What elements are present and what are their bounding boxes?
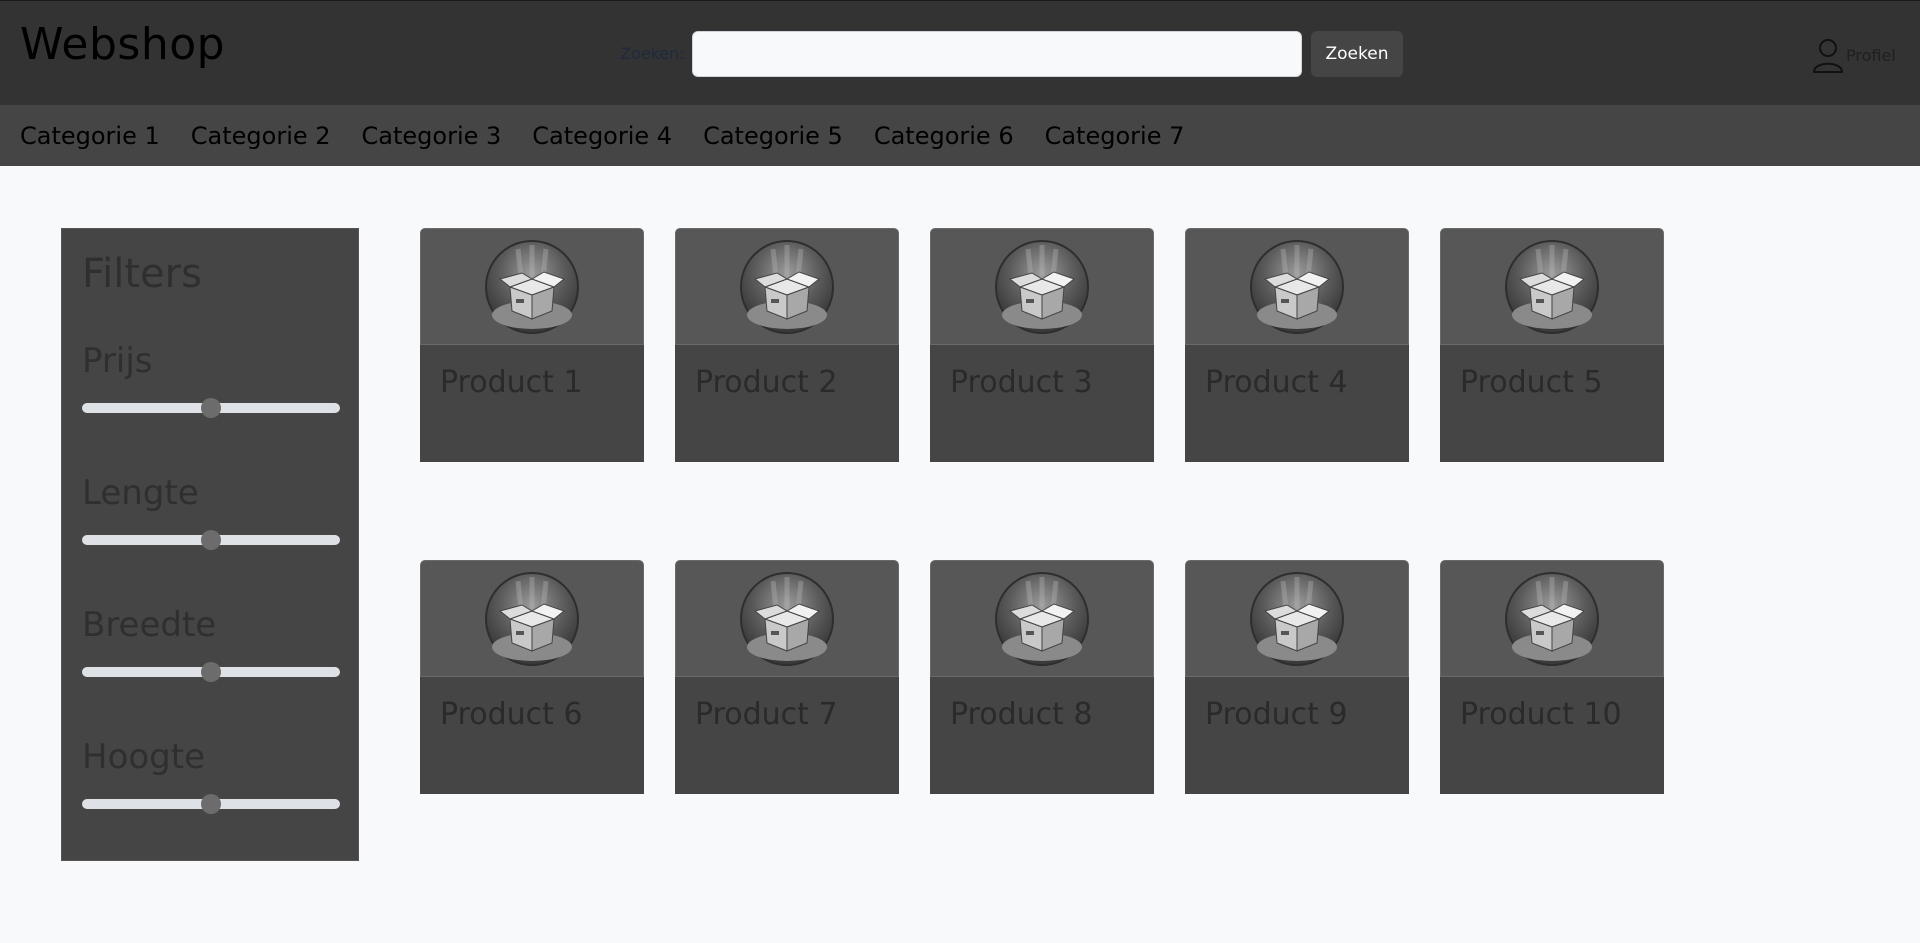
slider-thumb[interactable] — [201, 662, 221, 682]
product-title: Product 10 — [1460, 697, 1622, 732]
product-image — [1440, 560, 1664, 677]
search-label: Zoeken: — [620, 44, 685, 63]
slider-thumb[interactable] — [201, 398, 221, 418]
product-card[interactable]: Product 3 — [930, 228, 1154, 462]
box-icon — [994, 571, 1090, 667]
product-image — [930, 228, 1154, 345]
product-title: Product 3 — [950, 365, 1093, 400]
profile-link[interactable]: Profiel — [1812, 37, 1896, 73]
category-nav: Categorie 1 Categorie 2 Categorie 3 Cate… — [0, 105, 1920, 166]
slider-thumb[interactable] — [201, 794, 221, 814]
product-title: Product 7 — [695, 697, 838, 732]
product-image — [1440, 228, 1664, 345]
product-card[interactable]: Product 4 — [1185, 228, 1409, 462]
box-icon — [994, 239, 1090, 335]
search-button[interactable]: Zoeken — [1311, 31, 1403, 77]
brand-logo[interactable]: Webshop — [20, 19, 225, 70]
product-image — [420, 560, 644, 677]
product-card[interactable]: Product 6 — [420, 560, 644, 794]
product-image — [1185, 228, 1409, 345]
box-icon — [1504, 239, 1600, 335]
top-navbar: Webshop Zoeken: Zoeken Profiel — [0, 0, 1920, 105]
box-icon — [1249, 239, 1345, 335]
product-image — [675, 228, 899, 345]
length-slider[interactable] — [82, 530, 340, 550]
category-item[interactable]: Categorie 1 — [20, 122, 160, 150]
category-item[interactable]: Categorie 7 — [1045, 122, 1185, 150]
product-card[interactable]: Product 8 — [930, 560, 1154, 794]
box-icon — [1504, 571, 1600, 667]
product-card[interactable]: Product 10 — [1440, 560, 1664, 794]
filter-label: Hoogte — [82, 737, 206, 777]
product-image — [675, 560, 899, 677]
box-icon — [484, 239, 580, 335]
profile-label: Profiel — [1846, 45, 1896, 65]
product-title: Product 6 — [440, 697, 583, 732]
filters-panel: Filters Prijs Lengte Breedte Hoogte — [61, 228, 359, 861]
category-item[interactable]: Categorie 3 — [362, 122, 502, 150]
filter-prijs: Prijs — [82, 341, 342, 418]
slider-thumb[interactable] — [201, 530, 221, 550]
filter-hoogte: Hoogte — [82, 737, 342, 814]
filter-label: Prijs — [82, 341, 153, 381]
product-card[interactable]: Product 2 — [675, 228, 899, 462]
product-card[interactable]: Product 9 — [1185, 560, 1409, 794]
search-input[interactable] — [692, 31, 1302, 77]
category-item[interactable]: Categorie 2 — [191, 122, 331, 150]
filters-title: Filters — [82, 251, 202, 297]
price-slider[interactable] — [82, 398, 340, 418]
filter-breedte: Breedte — [82, 605, 342, 682]
height-slider[interactable] — [82, 794, 340, 814]
filter-lengte: Lengte — [82, 473, 342, 550]
category-item[interactable]: Categorie 6 — [874, 122, 1014, 150]
product-card[interactable]: Product 7 — [675, 560, 899, 794]
filter-label: Lengte — [82, 473, 199, 513]
product-title: Product 5 — [1460, 365, 1603, 400]
product-card[interactable]: Product 5 — [1440, 228, 1664, 462]
width-slider[interactable] — [82, 662, 340, 682]
product-title: Product 9 — [1205, 697, 1348, 732]
filter-label: Breedte — [82, 605, 217, 645]
product-image — [930, 560, 1154, 677]
product-title: Product 2 — [695, 365, 838, 400]
product-image — [1185, 560, 1409, 677]
product-title: Product 4 — [1205, 365, 1348, 400]
product-card[interactable]: Product 1 — [420, 228, 644, 462]
category-item[interactable]: Categorie 4 — [532, 122, 672, 150]
product-title: Product 1 — [440, 365, 583, 400]
category-item[interactable]: Categorie 5 — [703, 122, 843, 150]
user-icon — [1812, 39, 1844, 73]
product-title: Product 8 — [950, 697, 1093, 732]
product-image — [420, 228, 644, 345]
box-icon — [1249, 571, 1345, 667]
box-icon — [484, 571, 580, 667]
box-icon — [739, 571, 835, 667]
box-icon — [739, 239, 835, 335]
